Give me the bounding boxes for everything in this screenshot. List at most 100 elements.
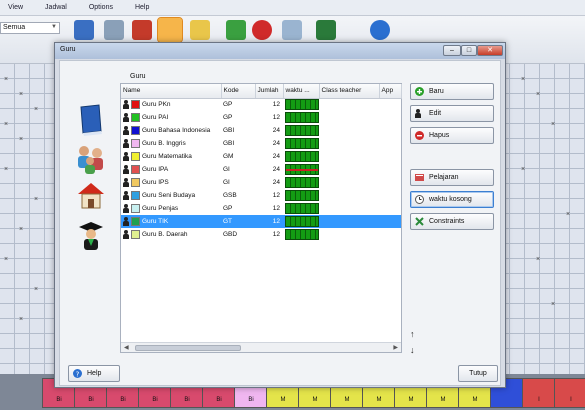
name-cell: Guru Matematika bbox=[121, 150, 221, 163]
tutup-button[interactable]: Tutup bbox=[458, 365, 498, 382]
save-icon[interactable] bbox=[226, 20, 246, 40]
table-row[interactable]: Guru Penjas GP 12 bbox=[121, 202, 401, 215]
class-teacher-cell bbox=[319, 189, 379, 202]
folder-icon[interactable] bbox=[190, 20, 210, 40]
col-waktu-header[interactable]: waktu ... bbox=[283, 84, 320, 99]
key-icon[interactable] bbox=[282, 20, 302, 40]
app-cell bbox=[379, 124, 401, 137]
subjects-book-icon[interactable] bbox=[74, 103, 108, 137]
grid-mark-icon: × bbox=[19, 91, 24, 98]
move-up-icon[interactable]: ↑ bbox=[410, 329, 415, 339]
grid-mark-icon: × bbox=[536, 91, 541, 98]
list-label: Guru bbox=[130, 73, 146, 80]
menu-help[interactable]: Help bbox=[135, 4, 149, 11]
minimize-button[interactable]: – bbox=[443, 45, 461, 56]
menu-view[interactable]: View bbox=[8, 4, 23, 11]
maximize-button[interactable]: □ bbox=[461, 45, 477, 56]
board-icon[interactable] bbox=[316, 20, 336, 40]
waktu-cell bbox=[283, 150, 319, 163]
chevron-down-icon: ▼ bbox=[51, 24, 57, 30]
col-app-header[interactable]: App bbox=[379, 84, 402, 99]
teacher-person-icon bbox=[123, 204, 129, 213]
kode-cell: GM bbox=[223, 153, 234, 160]
stop-icon[interactable] bbox=[252, 20, 272, 40]
add-icon bbox=[415, 87, 424, 96]
app-menubar: View Jadwal Options Help bbox=[0, 0, 585, 16]
teacher-name: Guru Matematika bbox=[142, 153, 192, 160]
filter-select[interactable]: Semua ▼ bbox=[0, 22, 60, 34]
close-button[interactable]: ✕ bbox=[477, 45, 503, 56]
teachers-graduate-icon[interactable] bbox=[74, 217, 108, 251]
teacher-person-icon bbox=[123, 191, 129, 200]
pelajaran-button[interactable]: Pelajaran bbox=[410, 169, 494, 186]
baru-label: Baru bbox=[429, 88, 444, 95]
teacher-name: Guru Penjas bbox=[142, 205, 179, 212]
class-teacher-cell bbox=[319, 111, 379, 124]
book-icon[interactable] bbox=[74, 20, 94, 40]
table-row[interactable]: Guru PAI GP 12 bbox=[121, 111, 401, 124]
help-icon[interactable] bbox=[370, 20, 390, 40]
table-row[interactable]: Guru IPA GI 24 bbox=[121, 163, 401, 176]
grid-mark-icon: × bbox=[19, 316, 24, 323]
teacher-list[interactable]: Name Kode Jumlah waktu ... Class teacher… bbox=[120, 83, 402, 353]
col-jumlah-header[interactable]: Jumlah bbox=[255, 84, 284, 99]
grid-mark-icon: × bbox=[34, 106, 39, 113]
teacher-person-icon bbox=[123, 152, 129, 161]
table-row[interactable]: Guru Bahasa Indonesia GBI 24 bbox=[121, 124, 401, 137]
constraints-icon bbox=[415, 217, 424, 226]
name-cell: Guru Seni Budaya bbox=[121, 189, 221, 202]
teacher-person-icon bbox=[123, 126, 129, 135]
rooms-house-icon[interactable] bbox=[74, 179, 108, 213]
classes-people-icon[interactable] bbox=[74, 141, 108, 175]
grid-mark-icon: × bbox=[551, 301, 556, 308]
baru-button[interactable]: Baru bbox=[410, 83, 494, 100]
teacher-person-icon bbox=[123, 139, 129, 148]
help-button[interactable]: ? Help bbox=[68, 365, 120, 382]
constraints-label: Constraints bbox=[429, 218, 465, 225]
col-name-header[interactable]: Name bbox=[121, 84, 222, 99]
dialog-titlebar[interactable]: Guru – □ ✕ bbox=[55, 43, 505, 59]
class-teacher-cell bbox=[319, 124, 379, 137]
teacher-icon[interactable] bbox=[157, 17, 183, 43]
scroll-left-icon[interactable]: ◀ bbox=[124, 344, 129, 351]
class-teacher-cell bbox=[319, 228, 379, 241]
class-teacher-cell bbox=[319, 215, 379, 228]
jumlah-cell: 24 bbox=[272, 166, 280, 173]
table-row[interactable]: Guru B. Daerah GBD 12 bbox=[121, 228, 401, 241]
kode-cell: GP bbox=[223, 114, 233, 121]
horizontal-scrollbar[interactable]: ◀ ▶ bbox=[121, 342, 401, 352]
edit-button[interactable]: Edit bbox=[410, 105, 494, 122]
lesson-block[interactable]: I bbox=[554, 378, 585, 408]
table-row[interactable]: Guru Matematika GM 24 bbox=[121, 150, 401, 163]
lesson-block[interactable]: I bbox=[522, 378, 556, 408]
scrollbar-thumb[interactable] bbox=[135, 345, 241, 351]
table-row[interactable]: Guru Seni Budaya GSB 12 bbox=[121, 189, 401, 202]
class-teacher-cell bbox=[319, 150, 379, 163]
col-class-teacher-header[interactable]: Class teacher bbox=[319, 84, 380, 99]
jumlah-cell: 24 bbox=[272, 153, 280, 160]
table-row[interactable]: Guru TIK GT 12 bbox=[121, 215, 401, 228]
class-teacher-cell bbox=[319, 163, 379, 176]
constraints-button[interactable]: Constraints bbox=[410, 213, 494, 230]
help-label: Help bbox=[87, 370, 102, 377]
menu-options[interactable]: Options bbox=[89, 4, 113, 11]
color-swatch bbox=[131, 178, 140, 187]
col-kode-header[interactable]: Kode bbox=[221, 84, 256, 99]
kode-cell: GI bbox=[223, 166, 230, 173]
house-icon[interactable] bbox=[132, 20, 152, 40]
color-swatch bbox=[131, 191, 140, 200]
table-row[interactable]: Guru IPS GI 24 bbox=[121, 176, 401, 189]
people-icon[interactable] bbox=[104, 20, 124, 40]
class-teacher-cell bbox=[319, 176, 379, 189]
teacher-person-icon bbox=[123, 230, 129, 239]
table-row[interactable]: Guru B. Inggris GBI 24 bbox=[121, 137, 401, 150]
scroll-right-icon[interactable]: ▶ bbox=[393, 344, 398, 351]
hapus-button[interactable]: Hapus bbox=[410, 127, 494, 144]
color-swatch bbox=[131, 100, 140, 110]
menu-jadwal[interactable]: Jadwal bbox=[45, 4, 67, 11]
table-row[interactable]: Guru PKn GP 12 bbox=[121, 98, 401, 111]
move-down-icon[interactable]: ↓ bbox=[410, 345, 415, 355]
availability-bar bbox=[285, 112, 319, 123]
waktu-kosong-button[interactable]: waktu kosong bbox=[410, 191, 494, 208]
availability-bar bbox=[285, 190, 319, 201]
